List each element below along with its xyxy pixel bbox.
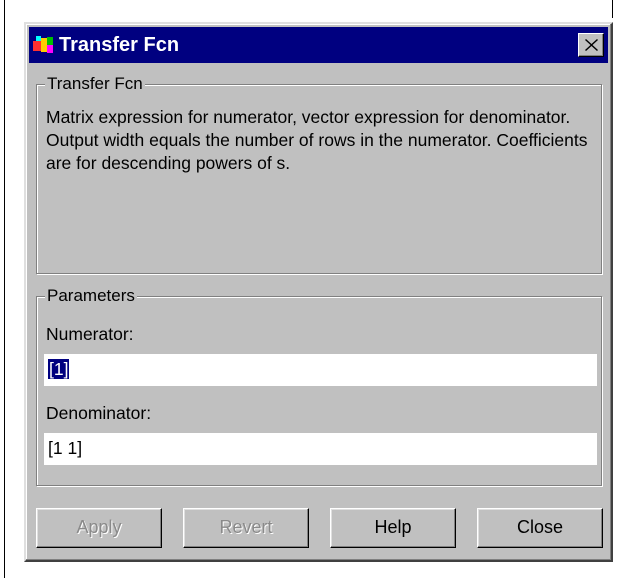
close-icon: [585, 39, 598, 51]
figure-frame-right: [612, 0, 613, 18]
description-group: Transfer Fcn Matrix expression for numer…: [36, 74, 602, 274]
close-button[interactable]: Close: [477, 508, 603, 548]
numerator-label: Numerator:: [46, 324, 134, 344]
denominator-label: Denominator:: [46, 403, 152, 423]
block-description: Matrix expression for numerator, vector …: [46, 107, 588, 173]
parameters-group-legend: Parameters: [45, 286, 137, 306]
description-group-legend: Transfer Fcn: [45, 74, 145, 94]
window-title: Transfer Fcn: [59, 34, 180, 56]
block-parameters-dialog: Transfer Fcn Transfer Fcn Matrix express…: [24, 22, 613, 562]
apply-button[interactable]: Apply: [36, 508, 162, 548]
numerator-field[interactable]: [1]: [44, 354, 597, 386]
close-window-button[interactable]: [578, 33, 604, 57]
title-bar[interactable]: Transfer Fcn: [29, 27, 608, 63]
revert-button[interactable]: Revert: [183, 508, 309, 548]
numerator-value[interactable]: [1]: [48, 359, 70, 379]
parameters-group: Parameters Numerator: [1] Denominator: […: [36, 286, 602, 486]
figure-frame-left: [4, 0, 5, 578]
help-button[interactable]: Help: [330, 508, 456, 548]
simulink-block-icon[interactable]: [33, 35, 55, 55]
denominator-value[interactable]: [1 1]: [48, 438, 82, 458]
denominator-field[interactable]: [1 1]: [44, 433, 597, 465]
